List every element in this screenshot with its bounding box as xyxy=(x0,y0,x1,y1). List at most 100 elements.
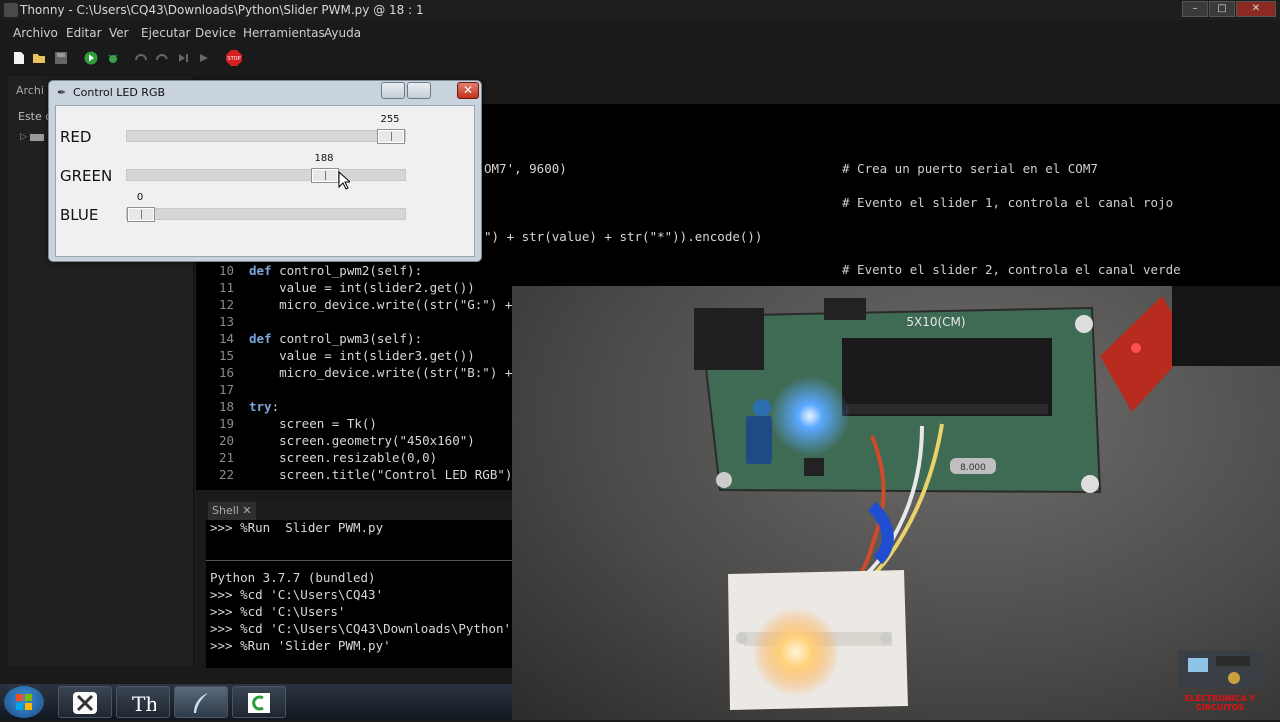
xampp-icon[interactable] xyxy=(58,686,112,718)
stop-label: STOP xyxy=(227,56,240,62)
menu-editar[interactable]: Editar xyxy=(66,26,102,40)
slider-red[interactable] xyxy=(126,129,406,144)
debug-icon[interactable] xyxy=(106,51,120,65)
code-line: screen.geometry("450x160") xyxy=(249,432,475,449)
shell-tab-label: Shell xyxy=(212,504,239,517)
code-comment-3: # Evento el slider 2, controla el canal … xyxy=(842,262,1181,277)
drive-icon xyxy=(30,134,44,141)
line-number: 14 xyxy=(218,331,234,346)
slider-value-red: 255 xyxy=(380,114,400,125)
shell-divider xyxy=(206,560,512,561)
menu-ver[interactable]: Ver xyxy=(109,26,129,40)
capacitor xyxy=(753,399,771,417)
line-number: 13 xyxy=(218,314,234,329)
code-fragment-encode: ") + str(value) + str("*")).encode()) xyxy=(484,229,763,244)
step-over-icon[interactable] xyxy=(134,51,148,65)
tab-close-icon[interactable]: ✕ xyxy=(242,504,251,517)
minimize-icon[interactable]: – xyxy=(1182,1,1208,17)
menu-ayuda[interactable]: Ayuda xyxy=(324,26,361,40)
resume-icon[interactable] xyxy=(197,51,211,65)
slider-blue[interactable] xyxy=(126,207,406,222)
shell-line: >>> %cd 'C:\Users\CQ43' xyxy=(210,587,384,602)
slider-green[interactable] xyxy=(126,168,406,183)
dialog-title: Control LED RGB xyxy=(73,86,166,99)
code-comment-2: # Evento el slider 1, controla el canal … xyxy=(842,195,1174,210)
mouse-cursor-icon xyxy=(338,171,350,190)
step-into-icon[interactable] xyxy=(155,51,169,65)
code-line: value = int(slider2.get()) xyxy=(249,279,475,296)
slider-thumb[interactable] xyxy=(377,129,405,144)
channel-logo: ELECTRONICA Y CIRCUITOS xyxy=(1164,636,1276,714)
code-text: micro_device.write((str("B:") + xyxy=(249,365,513,380)
step-out-icon[interactable] xyxy=(176,51,190,65)
rgb-led-glow xyxy=(752,608,840,696)
line-number: 17 xyxy=(218,382,234,397)
slider-label-red: RED xyxy=(60,128,92,146)
menu-ejecutar[interactable]: Ejecutar xyxy=(141,26,191,40)
dc-jack xyxy=(694,308,764,370)
menu-archivo[interactable]: Archivo xyxy=(13,26,58,40)
expand-triangle-icon[interactable]: ▷ xyxy=(20,132,27,142)
thonny-icon[interactable]: Th xyxy=(116,686,170,718)
dialog-client: RED GREEN BLUE 255 188 0 xyxy=(55,105,475,257)
code-text: screen.geometry("450x160") xyxy=(249,433,475,448)
pin-header xyxy=(824,298,866,320)
blue-led-glow xyxy=(770,376,850,456)
usb-cable xyxy=(1172,286,1280,366)
line-number: 10 xyxy=(218,263,234,278)
shell-tab[interactable]: Shell ✕ xyxy=(208,502,256,520)
run-icon[interactable] xyxy=(84,51,98,65)
svg-text:Th: Th xyxy=(132,692,156,715)
menu-device[interactable]: Device xyxy=(195,26,236,40)
shell-tabbar: Shell ✕ xyxy=(206,500,512,520)
code-text: : xyxy=(271,399,280,414)
close-icon[interactable]: ✕ xyxy=(1236,1,1276,17)
new-file-icon[interactable] xyxy=(12,51,26,65)
line-number: 15 xyxy=(218,348,234,363)
line-number: 19 xyxy=(218,416,234,431)
slider-thumb[interactable] xyxy=(311,168,339,183)
control-led-dialog: ✒ Control LED RGB ✕ RED GREEN BLUE 255 1… xyxy=(48,80,482,262)
line-number: 22 xyxy=(218,467,234,482)
push-button xyxy=(804,458,824,476)
code-line: micro_device.write((str("B:") + xyxy=(249,364,512,381)
code-line: try: xyxy=(249,398,279,415)
code-line: micro_device.write((str("G:") + xyxy=(249,296,512,313)
code-text: value = int(slider2.get()) xyxy=(249,280,475,295)
code-comment-1: # Crea un puerto serial en el COM7 xyxy=(842,161,1098,176)
thonny-app-icon xyxy=(4,3,18,17)
code-keyword: def xyxy=(249,263,272,278)
files-tab[interactable]: Archi xyxy=(16,84,44,97)
slider-value-green: 188 xyxy=(314,153,334,164)
menu-herramientas[interactable]: Herramientas xyxy=(243,26,325,40)
windows-start-icon[interactable] xyxy=(4,686,44,718)
dialog-maximize-icon[interactable] xyxy=(407,82,431,99)
dialog-minimize-icon[interactable] xyxy=(381,82,405,99)
shell-line: >>> %Run Slider PWM.py xyxy=(210,520,384,535)
open-folder-icon[interactable] xyxy=(32,51,46,65)
board-label: 5X10(CM) xyxy=(906,315,965,329)
save-icon[interactable] xyxy=(54,51,68,65)
feather-icon[interactable] xyxy=(174,686,228,718)
window-title: Thonny - C:\Users\CQ43\Downloads\Python\… xyxy=(20,3,424,17)
logo-text: ELECTRONICA Y CIRCUITOS xyxy=(1184,694,1256,712)
slider-label-blue: BLUE xyxy=(60,206,99,224)
line-number: 18 xyxy=(218,399,234,414)
slider-thumb[interactable] xyxy=(127,207,155,222)
line-number: 16 xyxy=(218,365,234,380)
shell-console[interactable]: >>> %Run Slider PWM.py Python 3.7.7 (bun… xyxy=(206,520,512,668)
maximize-icon[interactable]: □ xyxy=(1209,1,1235,17)
code-keyword: def xyxy=(249,331,272,346)
pcb-board: 8.000 5X10(CM) xyxy=(694,298,1102,494)
code-text: control_pwm2(self): xyxy=(271,263,423,278)
line-number: 21 xyxy=(218,450,234,465)
code-text: control_pwm3(self): xyxy=(271,331,423,346)
code-line: screen.title("Control LED RGB") xyxy=(249,466,512,483)
code-text: value = int(slider3.get()) xyxy=(249,348,475,363)
code-keyword: try xyxy=(249,399,272,414)
dialog-close-icon[interactable]: ✕ xyxy=(457,82,479,99)
shell-line: >>> %Run 'Slider PWM.py' xyxy=(210,638,391,653)
stop-icon[interactable]: STOP xyxy=(226,50,242,66)
code-editor-icon[interactable] xyxy=(232,686,286,718)
line-number: 11 xyxy=(218,280,234,295)
